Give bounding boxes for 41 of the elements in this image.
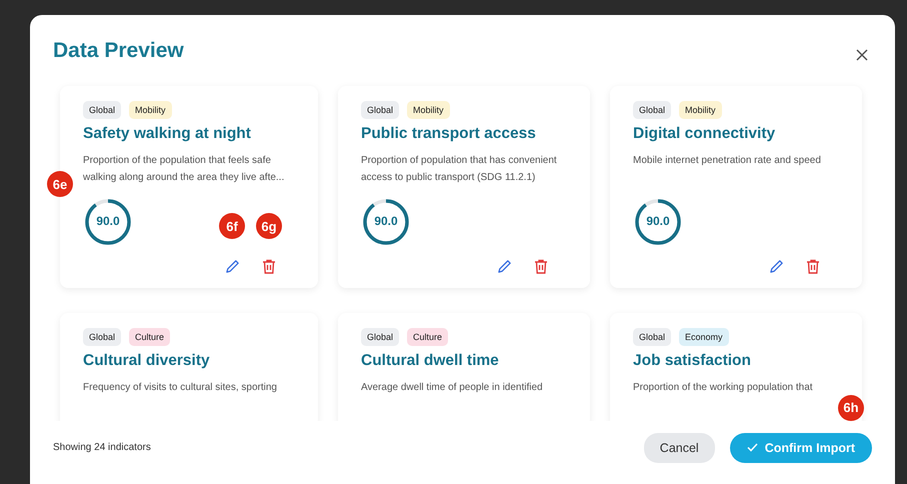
score-value: 90.0 [645, 214, 671, 228]
score-value: 90.0 [373, 214, 399, 228]
pencil-icon[interactable] [769, 259, 784, 274]
trash-icon[interactable] [262, 259, 276, 274]
card-title: Cultural diversity [83, 352, 211, 370]
tag: Global [83, 101, 122, 119]
annotation-marker: 6g [256, 213, 282, 239]
tag: Mobility [679, 101, 722, 119]
pencil-icon[interactable] [225, 259, 240, 274]
tag: Global [633, 328, 672, 346]
annotation-marker: 6f [219, 213, 245, 239]
card-description: Proportion of the population that feels safe walking along around the area they live afte... [83, 154, 286, 185]
card-title: Safety walking at night [83, 125, 252, 143]
checkmark-icon [746, 443, 758, 452]
tag: Culture [129, 328, 170, 346]
card-title: Digital connectivity [633, 125, 776, 143]
card-description: Mobile internet penetration rate and speed [633, 154, 822, 168]
tag: Global [361, 328, 400, 346]
trash-icon[interactable] [534, 259, 548, 274]
tag: Global [361, 101, 400, 119]
tag: Economy [679, 328, 729, 346]
trash-icon[interactable] [806, 259, 820, 274]
annotation-marker: 6e [47, 171, 73, 197]
score-value: 90.0 [95, 214, 121, 228]
tag: Global [633, 101, 672, 119]
card-description: Average dwell time of people in identified [361, 381, 544, 395]
cancel-button[interactable]: Cancel [644, 432, 715, 462]
tag: Mobility [129, 101, 172, 119]
pencil-icon[interactable] [497, 259, 512, 274]
indicator-count: Showing 24 indicators [53, 442, 151, 453]
card-description: Proportion of population that has convenient access to public transport (SDG 11.2.1) [361, 154, 558, 185]
card-description: Proportion of the working population that [633, 381, 814, 395]
card-title: Public transport access [361, 125, 537, 143]
card-description: Frequency of visits to cultural sites, sporting [83, 381, 278, 395]
card-title: Job satisfaction [633, 352, 752, 370]
close-icon[interactable] [856, 49, 868, 61]
card-title: Cultural dwell time [361, 352, 500, 370]
dialog-title: Data Preview [53, 39, 184, 63]
tag: Global [83, 328, 122, 346]
tag: Mobility [407, 101, 450, 119]
tag: Culture [407, 328, 448, 346]
